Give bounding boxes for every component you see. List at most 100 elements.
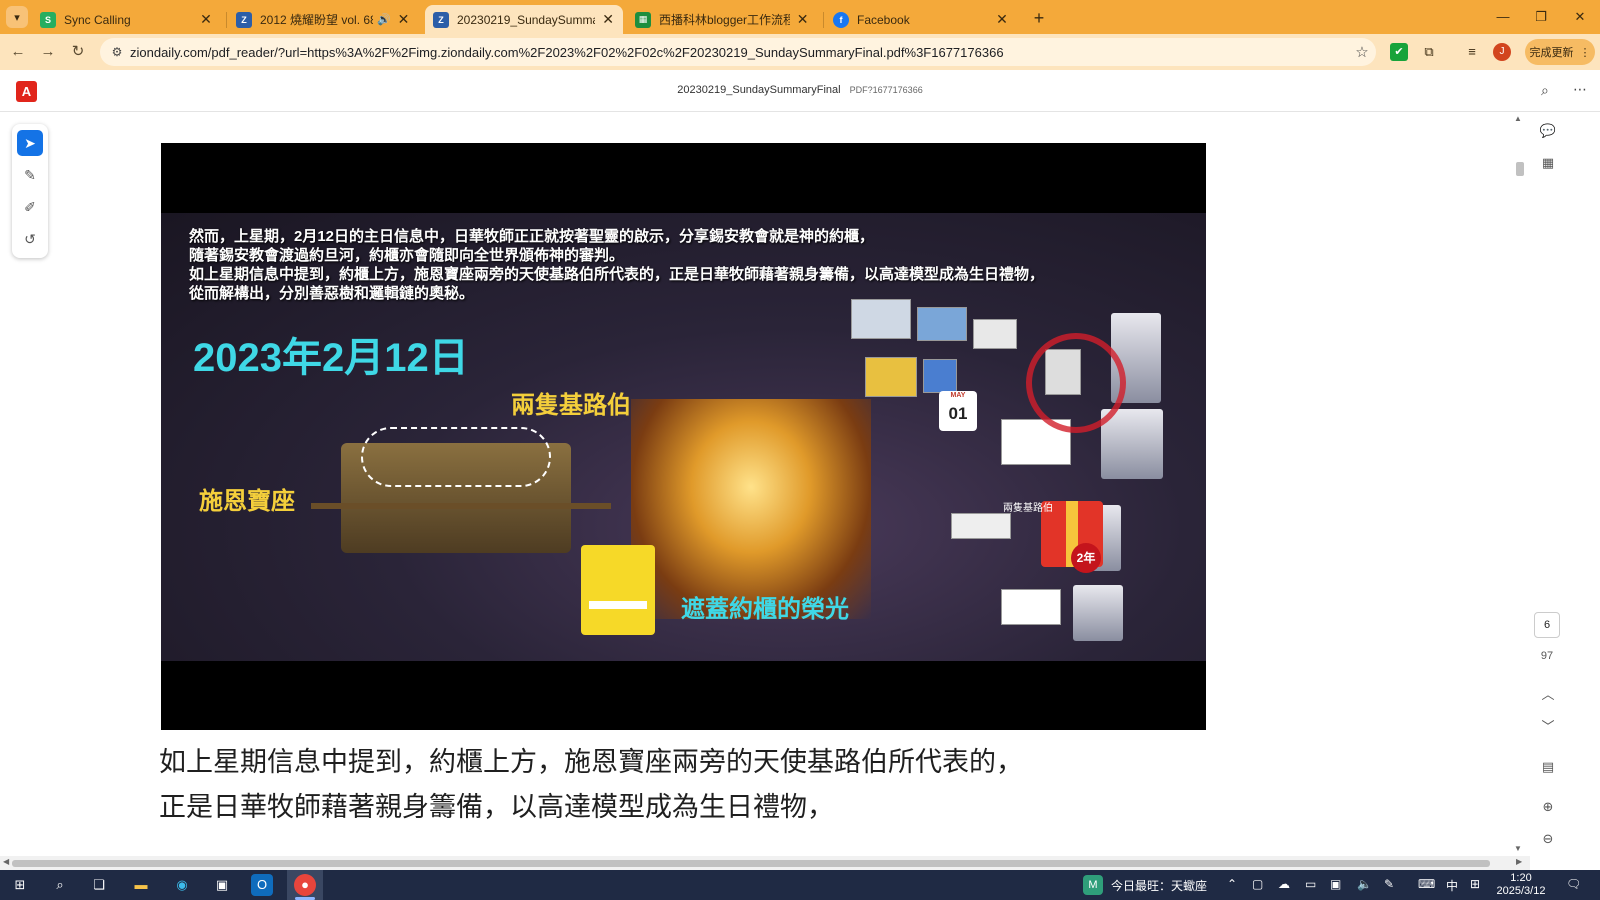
scroll-down-arrow-icon[interactable]: ▼ [1514,844,1522,853]
tab-strip: ▾ S Sync Calling ✕ Z 2012 燒耀盼望 vol. 680 … [0,0,1600,34]
site-info-icon[interactable]: ⚙ [104,45,130,59]
zion-icon: Z [433,11,449,28]
tab-title: Sync Calling [64,12,131,27]
vertical-scrollbar[interactable]: ▲ ▼ [1510,112,1530,856]
slide-artwork: 01 2年 然而，上星期，2月12日的主日信息中，日華牧師正正就按著聖靈的啟示，… [161,213,1206,661]
ime-mode-icon[interactable]: ⊞ [1470,877,1480,891]
caption-line: 然而，上星期，2月12日的主日信息中，日華牧師正正就按著聖靈的啟示，分享錫安教會… [189,228,875,245]
scroll-thumb[interactable] [12,860,1490,867]
media-controls-icon[interactable]: ≡ [1463,43,1481,61]
cherubim-label: 兩隻基路伯 [511,392,631,419]
chevron-up-icon[interactable]: ⌃ [1227,877,1237,891]
scroll-left-arrow-icon[interactable]: ◀ [3,857,9,866]
address-bar[interactable]: ⚙ ziondaily.com/pdf_reader/?url=https%3A… [100,38,1376,66]
keyboard-icon[interactable]: ⌨ [1418,877,1435,891]
close-icon[interactable]: ✕ [994,11,1010,28]
highlight-pen-icon[interactable]: ✐ [17,194,43,220]
horizontal-scrollbar[interactable]: ◀ ▶ [0,856,1530,870]
caption-line: 如上星期信息中提到，約櫃上方，施恩寶座兩旁的天使基路伯所代表的，正是日華牧師藉著… [189,266,1045,283]
zoom-out-icon[interactable]: ⊖ [1539,830,1557,848]
windows-start-icon[interactable]: ⊞ [9,874,31,896]
tab-zion-vol680[interactable]: Z 2012 燒耀盼望 vol. 680 — 🔊 ✕ [228,5,418,34]
lasso-icon[interactable]: ↺ [17,226,43,252]
store-icon[interactable]: ▣ [211,874,233,896]
chrome-icon[interactable]: ● [294,874,316,896]
close-icon[interactable]: ✕ [198,11,214,28]
search-icon[interactable]: ⌕ [49,874,71,896]
pen-icon[interactable]: ✎ [1384,877,1394,891]
pdf-subtitle: PDF?1677176366 [849,85,923,95]
tab-title: Facebook [857,12,910,27]
clock-date: 2025/3/12 [1496,885,1546,897]
more-options-icon[interactable]: ⋯ [1573,81,1587,98]
restore-button[interactable]: ❐ [1526,7,1556,27]
tab-search-button[interactable]: ▾ [6,6,28,28]
tab-facebook[interactable]: f Facebook ✕ [825,5,1018,34]
edge-icon[interactable]: ◉ [171,874,193,896]
two-years-badge: 2年 [1071,543,1101,573]
search-icon[interactable]: ⌕ [1541,82,1549,99]
pdf-right-panel: 💬 ▦ 6 97 ︿ ﹀ ▤ ⊕ ⊖ [1530,112,1565,856]
select-cursor-icon[interactable]: ➤ [17,130,43,156]
comments-icon[interactable]: 💬 [1539,122,1557,140]
pdf-tools-panel: ➤ ✎ ✐ ↺ [12,124,48,258]
tab-sunday-summary[interactable]: Z 20230219_SundaySummaryFi ✕ [425,5,623,34]
volume-icon[interactable]: 🔈 [1357,877,1372,891]
close-icon[interactable]: ✕ [397,11,410,28]
extension-check-icon[interactable]: ✔ [1390,43,1408,61]
page-number-input[interactable]: 6 [1534,612,1560,638]
battery-icon[interactable]: ▭ [1305,877,1316,891]
prohibited-circle-icon [1026,333,1126,433]
page-file-icon[interactable]: ▤ [1539,758,1557,776]
chevron-down-icon[interactable]: ﹀ [1539,718,1557,736]
scroll-right-arrow-icon[interactable]: ▶ [1516,857,1522,866]
two-cherubim-small-label: 兩隻基路伯 [1003,503,1053,514]
collage-thumb [1001,589,1061,625]
add-comment-icon[interactable]: ✎ [17,162,43,188]
close-icon[interactable]: ✕ [601,11,615,28]
browser-toolbar: ← → ↻ ⚙ ziondaily.com/pdf_reader/?url=ht… [0,34,1600,70]
chevron-up-icon[interactable]: ︿ [1539,686,1557,704]
tab-title: 西播科林blogger工作流程 - Go [659,13,791,27]
scroll-up-arrow-icon[interactable]: ▲ [1514,114,1522,123]
meet-icon[interactable]: ▢ [1252,877,1263,891]
url-text[interactable]: ziondaily.com/pdf_reader/?url=https%3A%2… [130,45,1348,60]
forward-button[interactable]: → [38,42,58,62]
ime-indicator[interactable]: 中 [1446,877,1458,894]
zoom-in-icon[interactable]: ⊕ [1539,798,1557,816]
widget-icon: M [1083,875,1103,895]
onedrive-cloud-icon[interactable]: ☁ [1278,877,1290,891]
caption-line: 隨著錫安教會渡過約旦河，約櫃亦會隨即向全世界頒佈神的審判。 [189,247,625,264]
new-tab-button[interactable]: + [1028,7,1050,29]
outlook-icon[interactable]: O [251,874,273,896]
tab-sync-calling[interactable]: S Sync Calling ✕ [32,5,222,34]
extensions-puzzle-icon[interactable]: ⧉ [1420,43,1438,61]
back-button[interactable]: ← [8,42,28,62]
minimize-button[interactable]: — [1488,7,1518,27]
network-icon[interactable]: ▣ [1330,877,1341,891]
profile-avatar[interactable]: J [1493,43,1511,61]
notification-icon[interactable]: 🗨 [1566,877,1581,891]
scroll-thumb[interactable] [1516,162,1524,176]
system-clock[interactable]: 1:20 2025/3/12 [1490,872,1552,898]
update-button[interactable]: 完成更新 ⋮ [1525,39,1595,65]
mercy-seat-label: 施恩寶座 [199,488,295,515]
reload-button[interactable]: ↻ [68,42,88,62]
slide-image: 01 2年 然而，上星期，2月12日的主日信息中，日華牧師正正就按著聖靈的啟示，… [161,143,1206,730]
tab-blogger-workflow[interactable]: ▦ 西播科林blogger工作流程 - Go ✕ [627,5,817,34]
news-widget[interactable]: M 今日最旺：天蠍座 [1083,875,1207,895]
windows-taskbar: ⊞ ⌕ ❏ ▬ ◉ ▣ O ● M 今日最旺：天蠍座 ⌃ ▢ ☁ ▭ ▣ 🔈 ✎… [0,870,1600,900]
close-window-button[interactable]: ✕ [1565,7,1595,27]
speaker-icon[interactable]: 🔊 [377,13,391,26]
file-explorer-icon[interactable]: ▬ [130,874,152,896]
glowing-ark-image [631,399,871,619]
tab-title: 2012 燒耀盼望 vol. 680 — [260,13,373,27]
body-paragraph-line: 正是日華牧師藉著親身籌備，以高達模型成為生日禮物， [159,792,834,822]
task-view-icon[interactable]: ❏ [88,874,110,896]
collage-thumb [917,307,967,341]
ark-pole [311,503,611,509]
thumbnails-grid-icon[interactable]: ▦ [1539,154,1557,172]
close-icon[interactable]: ✕ [796,11,809,28]
kebab-menu-icon: ⋮ [1579,46,1591,59]
bookmark-star-icon[interactable]: ☆ [1348,43,1376,61]
